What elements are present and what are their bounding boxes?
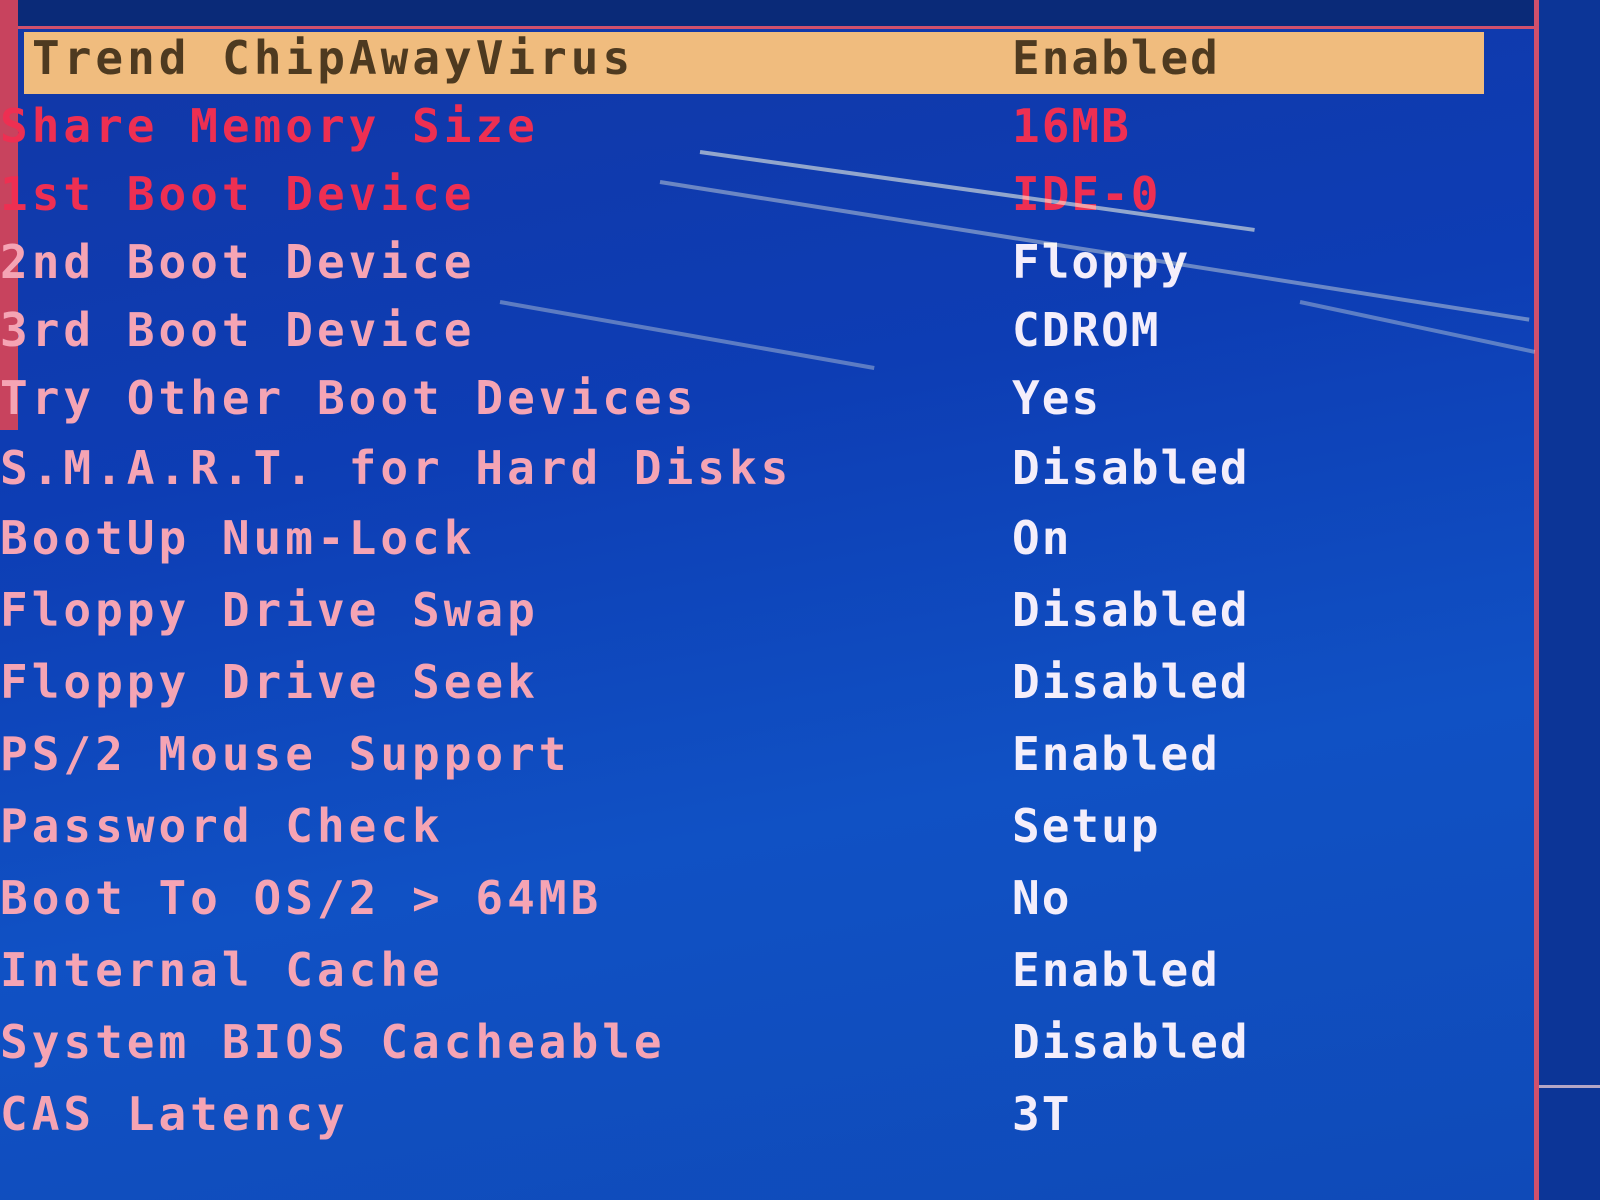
setting-row-1st-boot-device[interactable]: 1st Boot Device IDE-0 bbox=[0, 160, 1534, 226]
setting-value[interactable]: Disabled bbox=[1012, 442, 1250, 494]
bios-setup-screen: Trend ChipAwayVirus Enabled Share Memory… bbox=[0, 0, 1600, 1200]
setting-value[interactable]: Enabled bbox=[1012, 32, 1220, 84]
setting-row-3rd-boot-device[interactable]: 3rd Boot Device CDROM bbox=[0, 296, 1534, 362]
setting-row-internal-cache[interactable]: Internal Cache Enabled bbox=[0, 936, 1534, 1002]
setting-value[interactable]: On bbox=[1012, 512, 1071, 564]
setting-value[interactable]: Disabled bbox=[1012, 584, 1250, 636]
setting-row-password-check[interactable]: Password Check Setup bbox=[0, 792, 1534, 858]
setting-row-boot-to-os2[interactable]: Boot To OS/2 > 64MB No bbox=[0, 864, 1534, 930]
setting-value[interactable]: Disabled bbox=[1012, 1016, 1250, 1068]
setting-row-ps2-mouse-support[interactable]: PS/2 Mouse Support Enabled bbox=[0, 720, 1534, 786]
setting-label: Try Other Boot Devices bbox=[0, 371, 698, 425]
setting-value[interactable]: Yes bbox=[1012, 372, 1101, 424]
setting-value[interactable]: 3T bbox=[1012, 1088, 1071, 1140]
setting-label: PS/2 Mouse Support bbox=[0, 727, 571, 781]
setting-row-cas-latency[interactable]: CAS Latency 3T bbox=[0, 1080, 1534, 1146]
setting-row-trend-chipaway-virus[interactable]: Trend ChipAwayVirus Enabled bbox=[0, 24, 1534, 94]
setting-value[interactable]: Enabled bbox=[1012, 728, 1220, 780]
setting-label: Floppy Drive Seek bbox=[0, 655, 539, 709]
setting-row-share-memory-size[interactable]: Share Memory Size 16MB bbox=[0, 92, 1534, 158]
setting-value[interactable]: Enabled bbox=[1012, 944, 1220, 996]
setting-label: Share Memory Size bbox=[0, 99, 539, 153]
setting-label: Internal Cache bbox=[0, 943, 444, 997]
setting-label: Floppy Drive Swap bbox=[0, 583, 539, 637]
setting-label: BootUp Num-Lock bbox=[0, 511, 476, 565]
setting-label: Password Check bbox=[0, 799, 444, 853]
setting-row-smart-hard-disks[interactable]: S.M.A.R.T. for Hard Disks Disabled bbox=[0, 434, 1534, 500]
help-panel-divider bbox=[1539, 1085, 1600, 1088]
setting-row-system-bios-cacheable[interactable]: System BIOS Cacheable Disabled bbox=[0, 1008, 1534, 1074]
setting-label: 3rd Boot Device bbox=[0, 303, 476, 357]
setting-label: 1st Boot Device bbox=[0, 167, 476, 221]
setting-label: S.M.A.R.T. for Hard Disks bbox=[0, 441, 793, 495]
setting-row-floppy-drive-swap[interactable]: Floppy Drive Swap Disabled bbox=[0, 576, 1534, 642]
setting-value[interactable]: CDROM bbox=[1012, 304, 1160, 356]
setting-row-floppy-drive-seek[interactable]: Floppy Drive Seek Disabled bbox=[0, 648, 1534, 714]
setting-label: Boot To OS/2 > 64MB bbox=[0, 871, 603, 925]
setting-label: Trend ChipAwayVirus bbox=[32, 31, 635, 85]
setting-value[interactable]: No bbox=[1012, 872, 1071, 924]
setting-value[interactable]: 16MB bbox=[1012, 100, 1131, 152]
setting-value[interactable]: Disabled bbox=[1012, 656, 1250, 708]
setting-label: System BIOS Cacheable bbox=[0, 1015, 666, 1069]
setting-value[interactable]: Setup bbox=[1012, 800, 1160, 852]
setting-row-bootup-num-lock[interactable]: BootUp Num-Lock On bbox=[0, 504, 1534, 570]
setting-row-try-other-boot-devices[interactable]: Try Other Boot Devices Yes bbox=[0, 364, 1534, 430]
help-panel bbox=[1539, 0, 1600, 1200]
setting-label: CAS Latency bbox=[0, 1087, 349, 1141]
setting-label: 2nd Boot Device bbox=[0, 235, 476, 289]
